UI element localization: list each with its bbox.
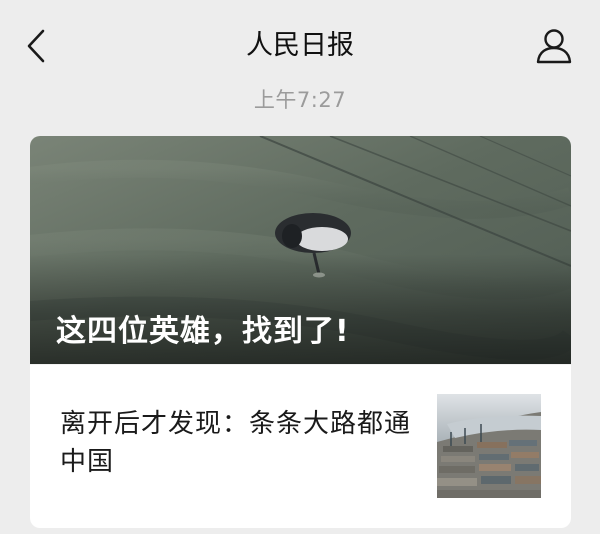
person-icon <box>536 29 572 64</box>
secondary-article-thumbnail <box>437 394 541 498</box>
nav-bar: 人民日报 <box>0 0 600 90</box>
secondary-article-title: 离开后才发现：条条大路都通中国 <box>60 409 412 477</box>
main-article[interactable]: 这四位英雄，找到了! <box>30 136 571 364</box>
chevron-left-icon <box>27 29 45 63</box>
back-button[interactable] <box>14 24 58 68</box>
message-timestamp: 上午7:27 <box>253 88 347 112</box>
article-card: 这四位英雄，找到了! 离开后才发现：条条大路都通中国 <box>30 136 571 528</box>
profile-button[interactable] <box>530 22 578 70</box>
secondary-article[interactable]: 离开后才发现：条条大路都通中国 <box>30 365 571 528</box>
main-article-title: 这四位英雄，找到了! <box>56 314 350 349</box>
port-aerial-image <box>437 394 541 498</box>
page-title: 人民日报 <box>246 30 354 61</box>
